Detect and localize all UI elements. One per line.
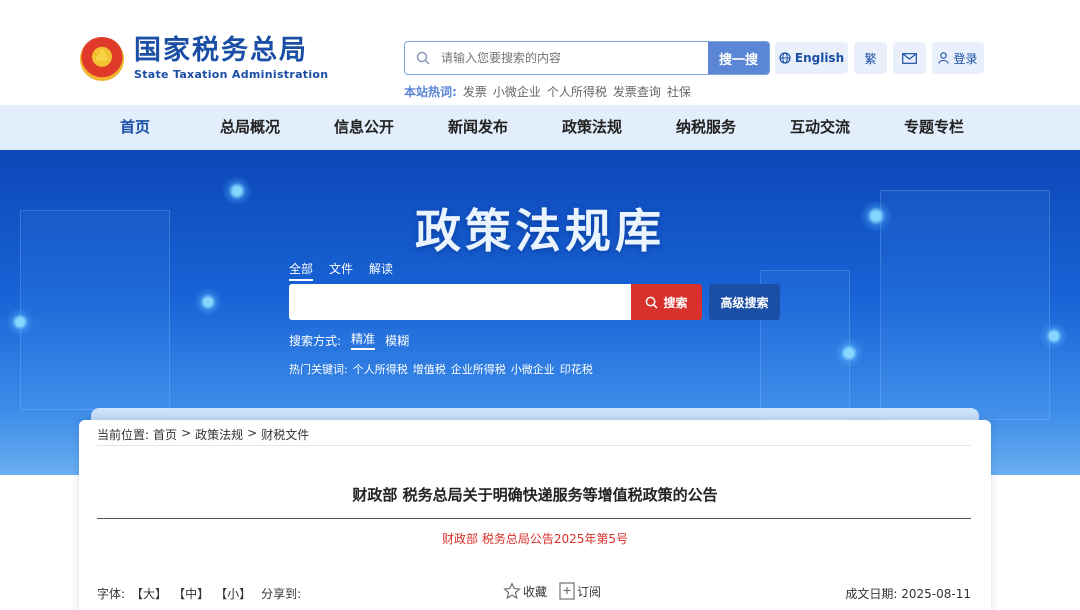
hot-word-link[interactable]: 社保 — [667, 83, 691, 100]
site-search: 搜一搜 — [404, 41, 770, 75]
search-mode-label: 搜索方式: — [289, 333, 342, 348]
nav-item-tax-service[interactable]: 纳税服务 — [676, 105, 736, 150]
policy-search-button[interactable]: 搜索 — [631, 284, 702, 320]
search-scope-tabs: 全部 文件 解读 — [289, 260, 393, 281]
nav-item-home[interactable]: 首页 — [120, 105, 150, 150]
banner-glow — [194, 288, 222, 316]
scope-tab-interpretations[interactable]: 解读 — [369, 260, 393, 281]
hot-keyword-link[interactable]: 印花税 — [560, 361, 593, 377]
banner-glow — [834, 338, 864, 368]
star-icon — [503, 582, 521, 600]
hot-keywords-label: 热门关键词: — [289, 363, 348, 376]
globe-icon — [779, 52, 791, 64]
mail-icon — [902, 52, 917, 64]
favorite-button[interactable]: 收藏 — [503, 582, 547, 600]
scope-tab-documents[interactable]: 文件 — [329, 260, 353, 281]
site-hot-words: 本站热词: 发票 小微企业 个人所得税 发票查询 社保 — [404, 83, 691, 100]
document-number: 财政部 税务总局公告2025年第5号 — [442, 532, 628, 546]
date-value: 2025-08-11 — [901, 587, 971, 601]
share-label: 分享到: — [261, 587, 302, 601]
banner-title: 政策法规库 — [415, 204, 665, 258]
nav-item-info-disclosure[interactable]: 信息公开 — [334, 105, 394, 150]
hot-keyword-link[interactable]: 小微企业 — [511, 361, 555, 377]
main-nav: 首页 总局概况 信息公开 新闻发布 政策法规 纳税服务 互动交流 专题专栏 — [0, 105, 1080, 150]
traditional-chinese-button[interactable]: 繁 — [854, 42, 887, 74]
breadcrumb-label: 当前位置: — [97, 428, 150, 442]
national-emblem-icon — [80, 36, 124, 81]
search-mode-exact[interactable]: 精准 — [351, 330, 376, 350]
site-search-button[interactable]: 搜一搜 — [708, 42, 769, 74]
hot-word-link[interactable]: 小微企业 — [493, 83, 541, 100]
user-icon — [938, 52, 950, 64]
breadcrumb-separator: > — [181, 426, 192, 440]
search-mode-row: 搜索方式: 精准 模糊 — [289, 330, 409, 350]
site-logo[interactable]: 国家税务总局 State Taxation Administration — [80, 36, 328, 81]
hot-keyword-link[interactable]: 个人所得税 — [353, 361, 408, 377]
login-label: 登录 — [953, 51, 978, 66]
logo-title-en: State Taxation Administration — [134, 68, 329, 81]
logo-title-cn: 国家税务总局 — [134, 35, 308, 66]
subscribe-button[interactable]: 订阅 — [559, 582, 601, 600]
date-label: 成文日期: — [845, 587, 898, 601]
hot-word-link[interactable]: 发票查询 — [613, 83, 661, 100]
nav-item-overview[interactable]: 总局概况 — [220, 105, 280, 150]
search-icon — [646, 296, 659, 309]
traditional-label: 繁 — [864, 51, 877, 66]
font-size-small[interactable]: 【小】 — [215, 585, 251, 602]
nav-item-news[interactable]: 新闻发布 — [448, 105, 508, 150]
login-button[interactable]: 登录 — [932, 42, 984, 74]
nav-item-topics[interactable]: 专题专栏 — [904, 105, 964, 150]
font-size-label: 字体: — [97, 587, 126, 601]
article-title: 财政部 税务总局关于明确快递服务等增值税政策的公告 — [352, 486, 718, 504]
hot-keyword-link[interactable]: 增值税 — [413, 361, 446, 377]
hot-word-link[interactable]: 个人所得税 — [547, 83, 607, 100]
subscribe-label: 订阅 — [577, 584, 602, 599]
banner-glow — [1040, 322, 1068, 350]
nav-item-interaction[interactable]: 互动交流 — [790, 105, 850, 150]
policy-search-input[interactable] — [289, 284, 631, 320]
hot-keyword-link[interactable]: 企业所得税 — [451, 361, 506, 377]
title-divider — [97, 518, 971, 519]
site-header: 国家税务总局 State Taxation Administration 搜一搜… — [0, 0, 1080, 105]
font-size-large[interactable]: 【大】 — [131, 585, 167, 602]
hot-keywords-row: 热门关键词: 个人所得税 增值税 企业所得税 小微企业 印花税 — [289, 361, 593, 377]
hot-word-link[interactable]: 发票 — [463, 83, 487, 100]
site-search-input[interactable] — [441, 42, 708, 74]
breadcrumb-separator: > — [247, 426, 258, 440]
nav-item-policy[interactable]: 政策法规 — [562, 105, 622, 150]
breadcrumb: 当前位置: 首页 > 政策法规 > 财税文件 — [97, 426, 309, 443]
font-size-medium[interactable]: 【中】 — [173, 585, 209, 602]
hot-words-label: 本站热词: — [404, 85, 457, 99]
breadcrumb-tax-documents[interactable]: 财税文件 — [261, 426, 309, 443]
subscribe-icon — [559, 582, 575, 600]
policy-search-label: 搜索 — [663, 295, 688, 310]
search-mode-fuzzy[interactable]: 模糊 — [385, 332, 409, 349]
mail-button[interactable] — [893, 42, 926, 74]
english-button[interactable]: English — [775, 42, 848, 74]
scope-tab-all[interactable]: 全部 — [289, 260, 314, 281]
breadcrumb-home[interactable]: 首页 — [153, 426, 177, 443]
advanced-search-button[interactable]: 高级搜索 — [709, 284, 780, 320]
favorite-label: 收藏 — [523, 584, 548, 599]
breadcrumb-policy[interactable]: 政策法规 — [195, 426, 243, 443]
breadcrumb-divider — [97, 445, 971, 446]
search-icon — [405, 42, 441, 74]
banner-glow — [6, 308, 34, 336]
english-label: English — [794, 51, 845, 65]
article-card: 当前位置: 首页 > 政策法规 > 财税文件 财政部 税务总局关于明确快递服务等… — [79, 420, 991, 610]
